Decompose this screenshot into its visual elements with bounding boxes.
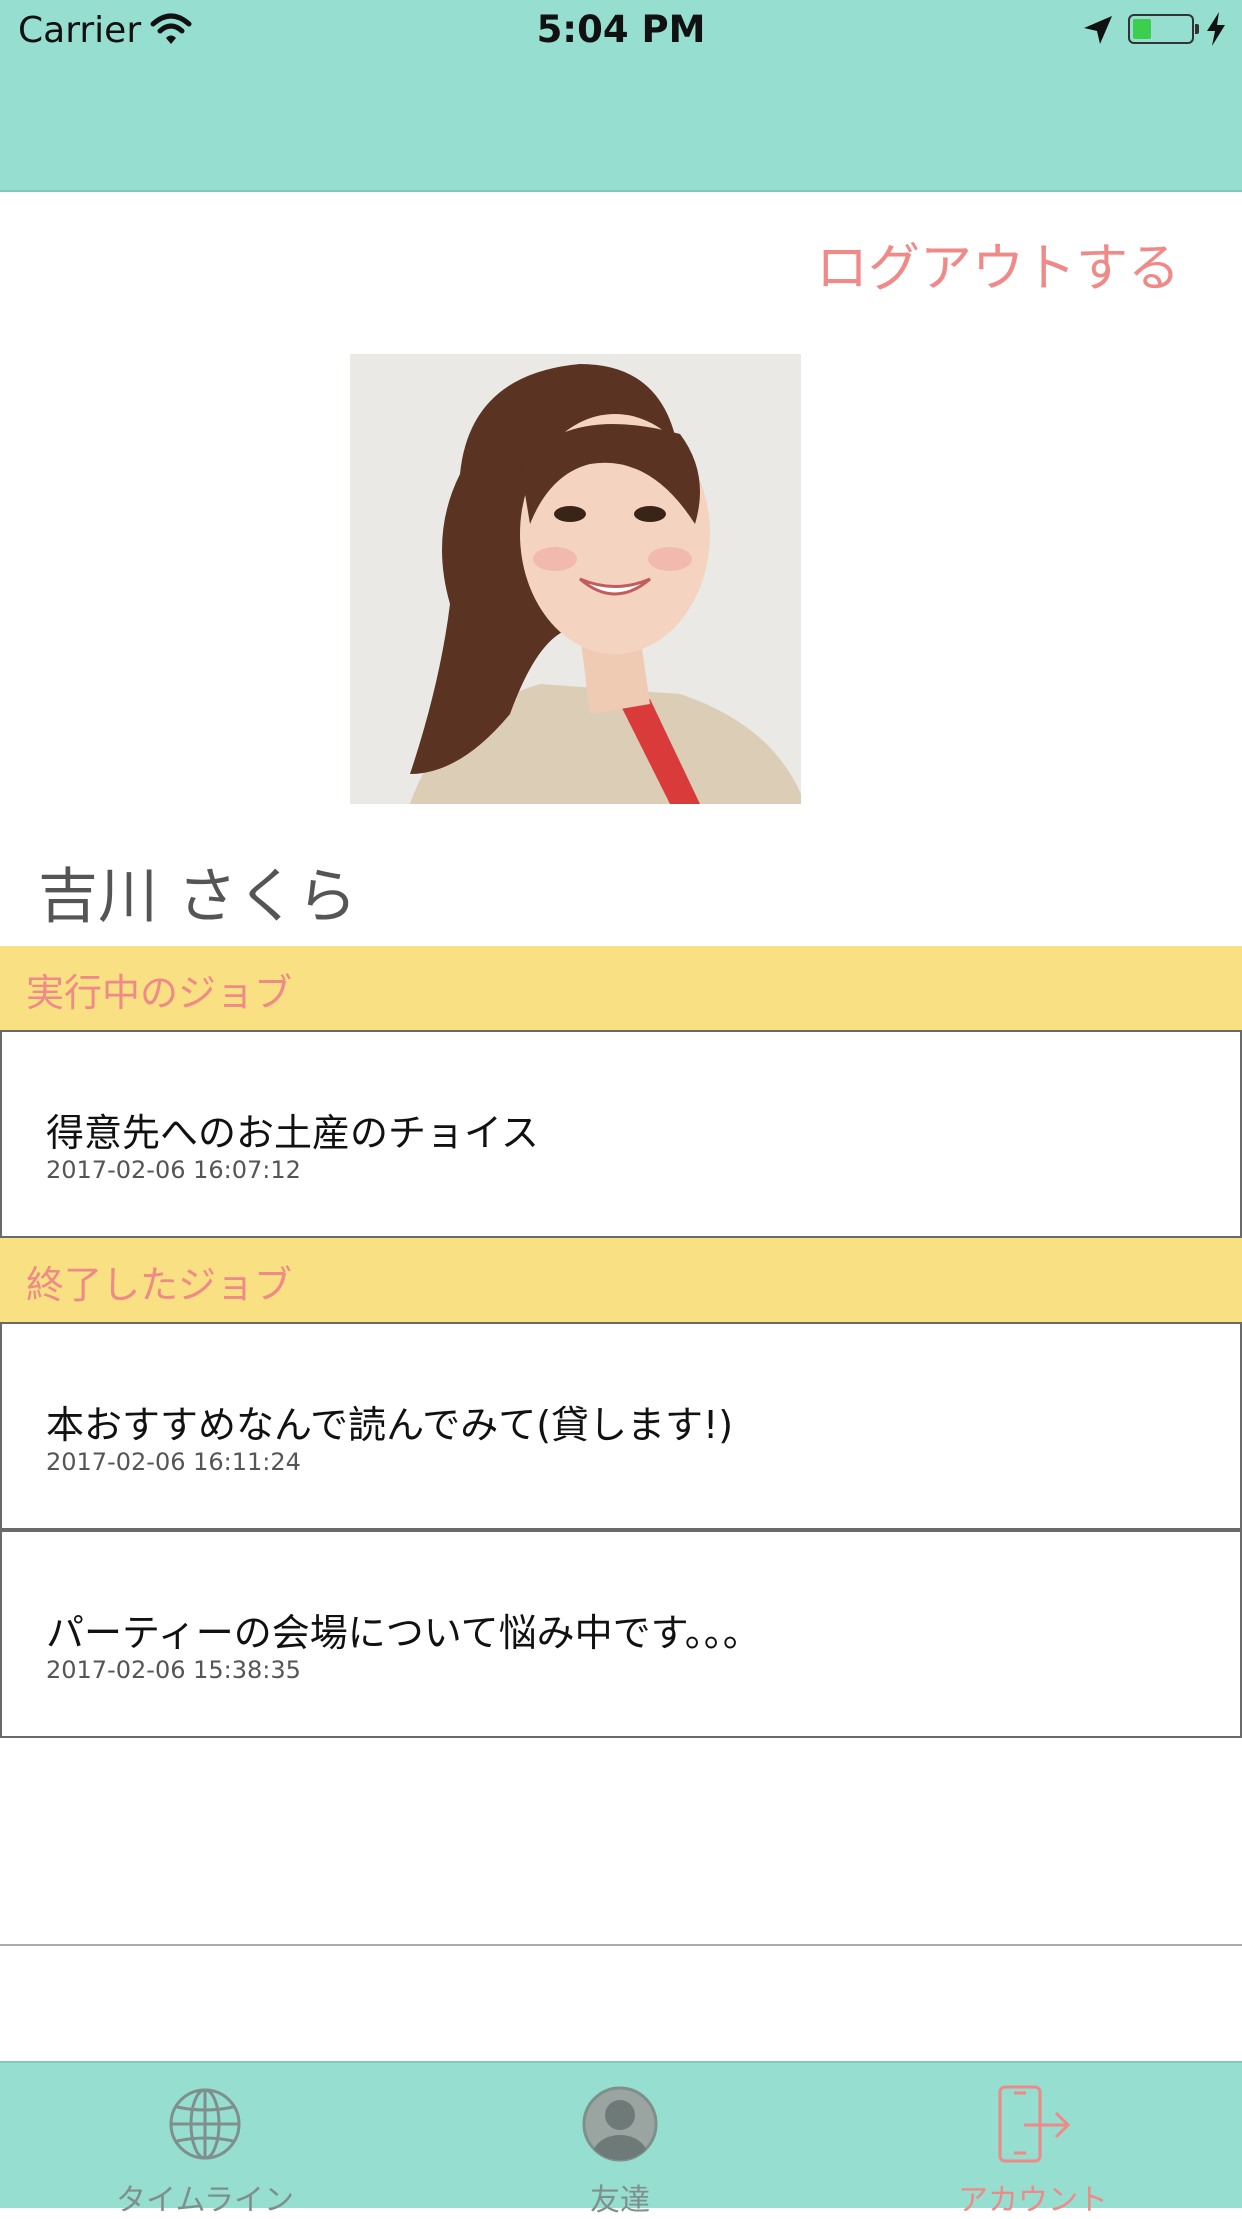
active-jobs-title: 実行中のジョブ [26,971,293,1015]
status-bar: Carrier 5:04 PM [0,0,1242,62]
tab-account[interactable]: アカウント [903,2063,1163,2218]
battery-icon [1128,14,1199,44]
tab-bar: タイムライン 友達 アカウント [0,2061,1242,2218]
job-date: 2017-02-06 16:11:24 [46,1448,301,1476]
job-row[interactable]: 得意先へのお土産のチョイス 2017-02-06 16:07:12 [0,1030,1242,1238]
navigation-header: Carrier 5:04 PM [0,0,1242,192]
tab-label: 友達 [590,2183,650,2218]
content-divider [0,1944,1242,1946]
tab-label: タイムライン [116,2183,294,2218]
job-row[interactable]: 本おすすめなんで読んでみて(貸します!) 2017-02-06 16:11:24 [0,1322,1242,1530]
logout-button[interactable]: ログアウトする [816,226,1180,301]
finished-jobs-title: 終了したジョブ [26,1263,293,1307]
job-date: 2017-02-06 16:07:12 [46,1156,301,1184]
globe-icon [169,2088,241,2160]
job-row[interactable]: パーティーの会場について悩み中です。。。 2017-02-06 15:38:35 [0,1530,1242,1738]
person-icon [582,2086,658,2162]
battery-nub [1195,24,1199,34]
tab-friends[interactable]: 友達 [490,2063,750,2218]
job-title: 本おすすめなんで読んでみて(貸します!) [46,1403,734,1447]
logout-phone-icon [998,2085,1071,2163]
profile-photo [350,354,801,804]
job-title: 得意先へのお土産のチョイス [46,1111,539,1155]
profile-photo-image [350,354,801,804]
battery-level [1133,19,1152,39]
job-date: 2017-02-06 15:38:35 [46,1656,301,1684]
location-arrow-icon [1084,16,1112,44]
charging-bolt-icon [1207,12,1225,46]
finished-jobs-header: 終了したジョブ [0,1238,1242,1322]
active-jobs-header: 実行中のジョブ [0,946,1242,1030]
tab-label: アカウント [958,2183,1108,2218]
user-name: 吉川 さくら [38,862,358,932]
tab-timeline[interactable]: タイムライン [75,2063,335,2218]
job-title: パーティーの会場について悩み中です。。。 [46,1611,761,1655]
status-time: 5:04 PM [536,8,706,51]
